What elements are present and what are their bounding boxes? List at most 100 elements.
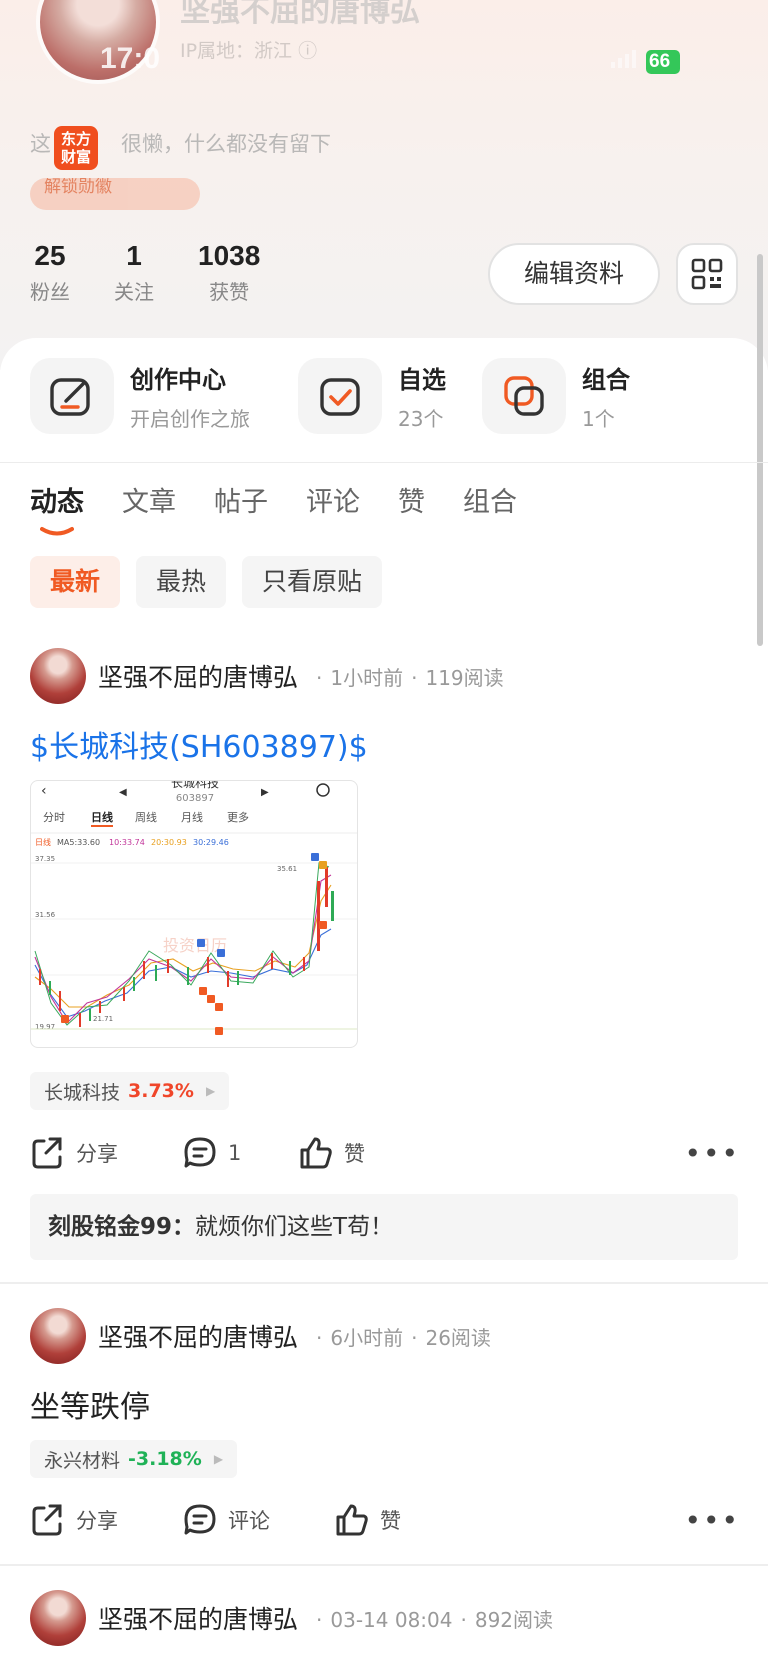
- share-icon: [32, 1504, 62, 1536]
- author-avatar[interactable]: [30, 1590, 86, 1646]
- author-name[interactable]: 坚强不屈的唐博弘: [98, 1318, 298, 1354]
- filter-hottest[interactable]: 最热: [136, 556, 227, 608]
- ma-legend: MA5:33.60: [57, 838, 100, 847]
- tab-comments[interactable]: 评论: [306, 480, 360, 519]
- post-actions: 分享 评论 赞 •••: [30, 1502, 740, 1538]
- high-price-label: 35.61: [277, 865, 297, 873]
- stat-value: 1: [126, 240, 142, 271]
- post-reads: 119阅读: [425, 665, 504, 690]
- ma-legend: 30:29.46: [193, 838, 229, 847]
- author-name[interactable]: 坚强不屈的唐博弘: [98, 658, 298, 694]
- more-options-icon[interactable]: •••: [684, 1137, 740, 1170]
- tab-articles[interactable]: 文章: [122, 480, 176, 519]
- stat-fans[interactable]: 25 粉丝: [30, 240, 70, 305]
- tab-dynamics[interactable]: 动态: [30, 480, 84, 536]
- stock-name: 长城科技: [44, 1081, 121, 1104]
- post-actions: 分享 1 赞 •••: [30, 1135, 740, 1171]
- chart-tab: 月线: [181, 810, 203, 824]
- author-avatar[interactable]: [30, 1308, 86, 1364]
- watchlist-link[interactable]: 自选 23个: [298, 358, 446, 434]
- quick-link-subtitle: 23个: [398, 407, 444, 431]
- medal-unlock-button[interactable]: 解锁勋徽: [30, 178, 200, 210]
- post-time: 1小时前: [330, 665, 404, 690]
- like-button[interactable]: 赞: [334, 1502, 401, 1538]
- share-icon: [32, 1137, 62, 1169]
- post-reads: 26阅读: [425, 1325, 491, 1350]
- tab-posts[interactable]: 帖子: [214, 480, 268, 519]
- battery-indicator: 66: [646, 50, 680, 74]
- top-comment[interactable]: 刻股铭金99：就烦你们这些T苟！: [30, 1194, 738, 1260]
- stock-name: 永兴材料: [44, 1449, 121, 1472]
- tab-likes[interactable]: 赞: [398, 480, 425, 519]
- y-tick: 31.56: [35, 911, 56, 919]
- filter-latest[interactable]: 最新: [30, 556, 121, 608]
- post-header: 坚强不屈的唐博弘 · 1小时前 · 119阅读: [30, 648, 504, 704]
- filter-chips: 最新 最热 只看原贴: [30, 556, 383, 608]
- stock-change: -3.18%: [128, 1448, 202, 1470]
- post-title[interactable]: 坐等跌停: [30, 1382, 150, 1426]
- ip-location-text: IP属地：浙江: [180, 40, 293, 62]
- post-image-kline-chart[interactable]: ‹ ◀ ▶ 长城科技 603897 分时 日线 周线 月线 更多 日线 MA5:…: [30, 780, 358, 1048]
- post-title[interactable]: $长城科技(SH603897)$: [30, 722, 368, 766]
- comment-icon: [184, 1137, 216, 1168]
- comment-button[interactable]: 1: [182, 1135, 298, 1171]
- stat-label: 关注: [114, 280, 154, 304]
- author-name[interactable]: 坚强不屈的唐博弘: [98, 1600, 298, 1636]
- share-label: 分享: [76, 1142, 118, 1166]
- stat-likes[interactable]: 1038 获赞: [198, 240, 260, 305]
- tab-portfolio[interactable]: 组合: [463, 480, 517, 519]
- like-button[interactable]: 赞: [298, 1135, 365, 1171]
- comment-text: 就烦你们这些T苟！: [195, 1214, 394, 1240]
- tab-label: 动态: [30, 487, 84, 518]
- share-button[interactable]: 分享: [30, 1135, 182, 1171]
- post-separator: [0, 1564, 768, 1566]
- stat-value: 1038: [198, 240, 261, 271]
- comment-icon: [184, 1504, 216, 1535]
- edit-icon: [30, 358, 114, 434]
- chart-search-icon: [316, 783, 330, 797]
- divider: [0, 462, 768, 463]
- ma-legend: 10:33.74: [109, 838, 145, 847]
- quick-link-subtitle: 1个: [582, 407, 615, 431]
- more-options-icon[interactable]: •••: [684, 1504, 740, 1537]
- stat-label: 获赞: [209, 280, 250, 304]
- comment-button[interactable]: 评论: [182, 1502, 334, 1538]
- edit-profile-button[interactable]: 编辑资料: [488, 243, 660, 305]
- bio-text-end: 很懒，什么都没有留下: [121, 132, 331, 156]
- thumbs-up-icon: [336, 1504, 368, 1536]
- filter-original-only[interactable]: 只看原贴: [242, 556, 383, 608]
- chevron-right-icon: ▶: [213, 1452, 224, 1466]
- bio-text-start: 这: [30, 132, 51, 156]
- qr-code-button[interactable]: [676, 243, 738, 305]
- stat-following[interactable]: 1 关注: [114, 240, 154, 305]
- y-tick: 19.97: [35, 1023, 55, 1031]
- chart-tab: 周线: [135, 810, 157, 824]
- like-label: 赞: [344, 1142, 365, 1166]
- qr-code-icon: [691, 258, 723, 290]
- medal-label: 解锁勋徽: [44, 178, 112, 197]
- comment-user[interactable]: 刻股铭金99：: [48, 1214, 195, 1240]
- info-icon: ⓘ: [298, 40, 318, 62]
- quick-link-subtitle: 开启创作之旅: [130, 407, 250, 431]
- content-tabs: 动态 文章 帖子 评论 赞 组合: [30, 480, 555, 536]
- author-avatar[interactable]: [30, 648, 86, 704]
- chart-tab: 日线: [91, 810, 113, 824]
- post-time: 03-14 08:04: [330, 1607, 453, 1632]
- ma-legend: 20:30.93: [151, 838, 187, 847]
- post-meta: · 6小时前 · 26阅读: [316, 1325, 491, 1350]
- portfolio-link[interactable]: 组合 1个: [482, 358, 630, 434]
- scrollbar[interactable]: [757, 254, 763, 646]
- share-label: 分享: [76, 1509, 118, 1533]
- ip-location: IP属地：浙江 ⓘ: [180, 36, 317, 63]
- chevron-right-icon: ▶: [205, 1084, 216, 1098]
- related-stock-tag[interactable]: 永兴材料 -3.18% ▶: [30, 1440, 238, 1478]
- stat-label: 粉丝: [30, 280, 70, 304]
- quick-link-title: 组合: [582, 366, 630, 394]
- stock-mention-link[interactable]: $长城科技(SH603897)$: [30, 730, 368, 765]
- share-button[interactable]: 分享: [30, 1502, 182, 1538]
- status-time: 17:0: [100, 42, 161, 75]
- related-stock-tag[interactable]: 长城科技 3.73% ▶: [30, 1072, 230, 1110]
- prev-arrow-icon: ◀: [119, 787, 127, 798]
- next-arrow-icon: ▶: [261, 787, 269, 798]
- creator-center-link[interactable]: 创作中心 开启创作之旅: [30, 358, 250, 434]
